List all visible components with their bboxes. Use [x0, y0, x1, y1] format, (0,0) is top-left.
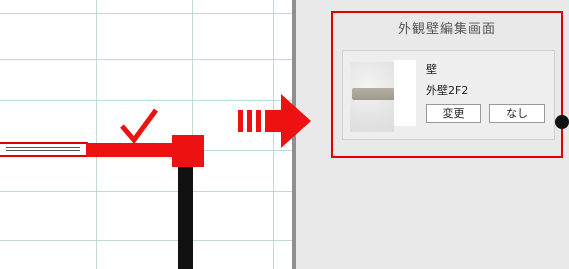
wall-segment-vertical[interactable]	[178, 167, 193, 269]
wall-inner-line	[6, 150, 80, 151]
checkmark-icon	[120, 108, 159, 144]
material-name: 外壁2F2	[426, 84, 469, 97]
change-button[interactable]: 変更	[426, 104, 481, 123]
wall-inner-line	[6, 147, 80, 148]
none-button[interactable]: なし	[489, 104, 545, 123]
grid-line	[0, 13, 296, 14]
material-swatch	[352, 88, 398, 100]
wall-junction-node[interactable]	[172, 135, 204, 167]
right-arrow-icon	[238, 94, 311, 148]
grid-line	[0, 240, 296, 241]
grid-line	[0, 59, 296, 60]
selected-wall-segment[interactable]	[86, 143, 184, 157]
panel-title: 外観壁編集画面	[397, 22, 496, 37]
indicator-dot-icon	[555, 115, 569, 129]
grid-line	[96, 0, 97, 269]
grid-line	[0, 191, 296, 192]
material-category: 壁	[426, 63, 437, 76]
material-preview	[394, 60, 416, 126]
